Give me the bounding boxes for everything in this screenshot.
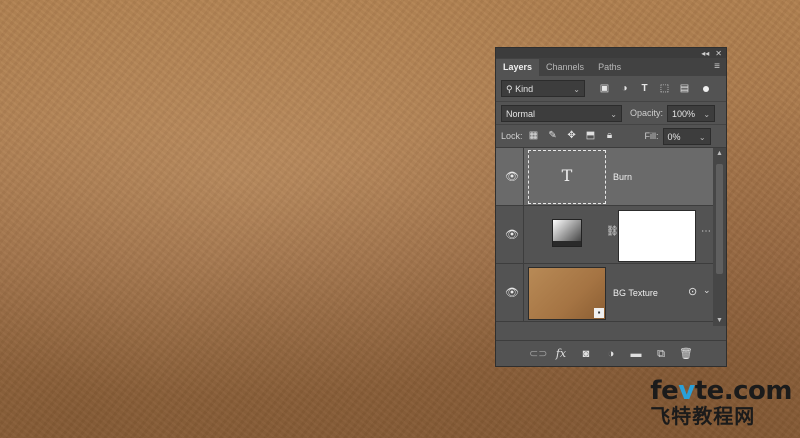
tab-paths[interactable]: Paths [591,59,628,76]
link-layers-icon[interactable]: ⊂⊃ [529,348,547,360]
chevron-down-icon[interactable]: ⌄ [703,285,711,296]
chevron-down-icon: ⌄ [703,109,711,119]
adjustment-thumb-bar [553,241,581,246]
watermark-domain-part1: fe [650,376,679,406]
close-icon[interactable]: ✕ [715,49,722,58]
more-icon[interactable]: ⋯ [701,226,711,237]
lock-icons: ▦ ✎ ✥ ⬒ 🔒︎ [529,131,615,141]
watermark-domain-accent: v [678,376,695,406]
lock-artboard-icon[interactable]: ⬒ [586,131,596,141]
adjustment-thumbnail [552,219,582,247]
watermark: fevte.com 飞特教程网 [650,378,792,426]
panel-tabs: Layers Channels Paths ≡ [496,58,726,76]
filter-kind-select[interactable]: ⚲ Kind ⌄ [501,80,585,97]
lock-row: Lock: ▦ ✎ ✥ ⬒ 🔒︎ Fill: 0% ⌄ [496,124,726,148]
layers-panel: ◂◂ ✕ Layers Channels Paths ≡ ⚲ Kind ⌄ ▣ … [495,47,727,367]
add-mask-icon[interactable]: ◙ [579,348,593,360]
chevron-down-icon: ⌄ [610,109,617,119]
trash-icon[interactable]: 🗑︎ [679,348,693,360]
watermark-chinese: 飞特教程网 [650,404,756,428]
layer-effects-icon[interactable]: ⊙ [688,285,697,298]
layer-row-adjustment[interactable]: 👁︎ ⛓︎ ⋯ [496,206,713,264]
tab-channels[interactable]: Channels [539,59,591,76]
search-icon: ⚲ [506,84,516,94]
opacity-value: 100% [672,108,696,119]
filter-row: ⚲ Kind ⌄ ▣ ◑ T ⬚ ▤ [496,76,726,102]
blend-row: Normal ⌄ Opacity: 100% ⌄ [496,102,726,124]
layers-bottom-bar: ⊂⊃ fx ◙ ◑ ▬ ⧉ 🗑︎ [496,340,726,366]
tab-layers[interactable]: Layers [496,59,540,76]
lock-move-icon[interactable]: ✥ [567,131,577,141]
lock-brush-icon[interactable]: ✎ [548,131,558,141]
new-adjustment-icon[interactable]: ◑ [604,348,618,360]
chevron-down-icon: ⌄ [573,85,580,94]
lock-label: Lock: [501,131,523,141]
filter-kind-value: Kind [515,84,534,94]
chevron-down-icon: ⌄ [698,132,706,142]
filter-icons: ▣ ◑ T ⬚ ▤ [599,83,709,94]
collapse-icon[interactable]: ◂◂ [701,49,709,58]
layers-list: 👁︎ T Burn 👁︎ ⛓︎ ⋯ 👁︎ ▪ BG Texture ⊙ ⌄ ▲ … [496,148,726,326]
blend-mode-value: Normal [506,108,536,119]
layer-row-bg-texture[interactable]: 👁︎ ▪ BG Texture ⊙ ⌄ [496,264,713,322]
eye-icon[interactable]: 👁︎ [505,286,519,299]
text-layer-thumbnail: T [528,150,606,204]
panel-header: ◂◂ ✕ [496,48,726,58]
fill-field[interactable]: 0% ⌄ [662,127,711,145]
fill-value: 0% [667,131,681,142]
new-group-icon[interactable]: ▬ [629,348,643,360]
adjustment-filter-icon[interactable]: ◑ [619,83,630,94]
layer-mask-thumbnail[interactable] [618,210,696,262]
chain-link-icon[interactable]: ⛓︎ [606,226,619,237]
smart-object-filter-icon[interactable]: ▤ [679,83,690,94]
layer-name[interactable]: BG Texture [613,288,658,298]
scroll-up-icon[interactable]: ▲ [713,150,726,157]
new-layer-icon[interactable]: ⧉ [654,348,668,360]
layers-scrollbar[interactable]: ▲ ▼ [713,148,726,326]
eye-icon[interactable]: 👁︎ [505,228,519,241]
panel-menu-icon[interactable]: ≡ [714,61,720,72]
filter-toggle-icon[interactable] [703,85,709,92]
layer-row-burn[interactable]: 👁︎ T Burn [496,148,713,206]
bg-texture-thumbnail: ▪ [528,267,606,320]
type-thumbnail-glyph: T [561,166,573,185]
fx-icon[interactable]: fx [554,347,568,360]
shape-filter-icon[interactable]: ⬚ [659,83,670,94]
watermark-domain: fevte.com [650,378,792,404]
eye-icon[interactable]: 👁︎ [505,170,519,183]
opacity-field[interactable]: 100% ⌄ [667,104,716,122]
type-filter-icon[interactable]: T [639,83,650,94]
scroll-thumb[interactable] [716,164,723,274]
layer-name[interactable]: Burn [613,172,632,182]
opacity-label: Opacity: [630,108,664,118]
scroll-down-icon[interactable]: ▼ [713,317,726,324]
watermark-domain-part2: te.com [694,376,793,406]
blend-mode-select[interactable]: Normal ⌄ [501,104,622,122]
pixel-filter-icon[interactable]: ▣ [599,83,610,94]
lock-transparent-icon[interactable]: ▦ [529,131,539,141]
lock-all-icon[interactable]: 🔒︎ [605,131,615,141]
fill-label: Fill: [644,131,659,141]
smart-object-badge-icon: ▪ [594,308,604,318]
